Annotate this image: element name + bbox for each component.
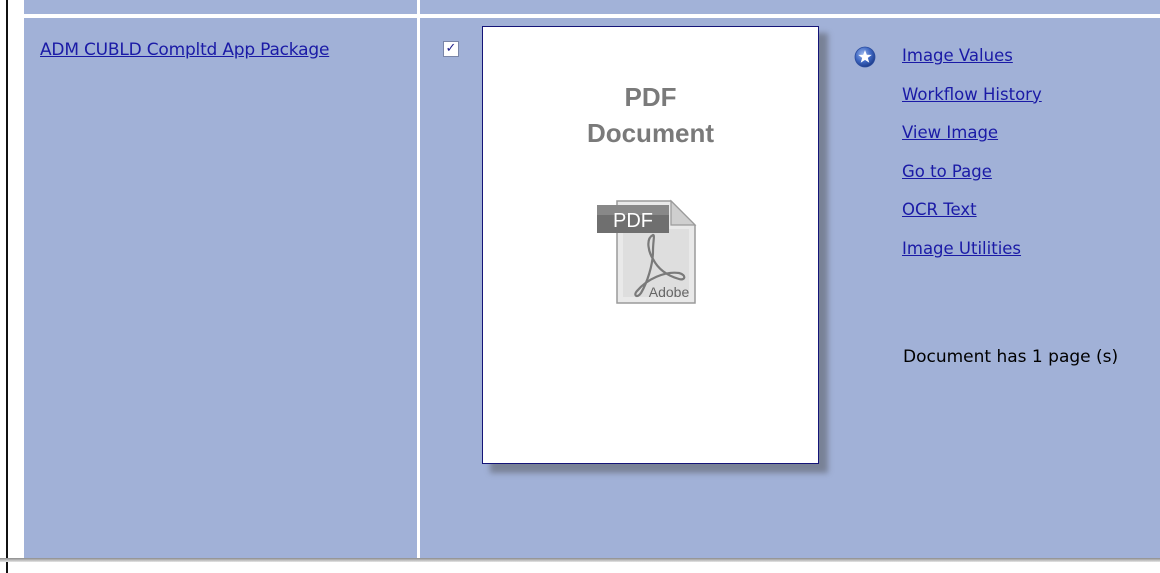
document-actions: Image Values Workflow History View Image… bbox=[902, 44, 1042, 275]
column-separator bbox=[417, 18, 420, 558]
document-row: ADM CUBLD Compltd App Package ✓ PDF Docu… bbox=[24, 18, 1160, 558]
image-utilities-link[interactable]: Image Utilities bbox=[902, 237, 1042, 276]
column-separator bbox=[417, 0, 420, 14]
row-shadow bbox=[0, 558, 1160, 562]
page-count-text: Document has 1 page (s) bbox=[903, 347, 1119, 367]
document-thumbnail[interactable]: PDF Document PDF Adobe bbox=[482, 26, 819, 464]
go-to-page-link[interactable]: Go to Page bbox=[902, 160, 1042, 199]
view-image-link[interactable]: View Image bbox=[902, 121, 1042, 160]
select-document-checkbox[interactable]: ✓ bbox=[443, 41, 459, 57]
thumbnail-title-line1: PDF bbox=[624, 82, 677, 112]
pdf-icon-brand: Adobe bbox=[649, 284, 690, 300]
document-name-link[interactable]: ADM CUBLD Compltd App Package bbox=[40, 40, 329, 60]
thumbnail-title-line2: Document bbox=[586, 118, 715, 148]
pdf-file-icon: PDF Adobe bbox=[597, 199, 697, 304]
previous-row-strip bbox=[24, 0, 1160, 14]
workflow-history-link[interactable]: Workflow History bbox=[902, 83, 1042, 122]
image-values-link[interactable]: Image Values bbox=[902, 44, 1042, 83]
frame-border bbox=[6, 0, 8, 573]
ocr-text-link[interactable]: OCR Text bbox=[902, 198, 1042, 237]
pdf-icon-label: PDF bbox=[613, 210, 653, 232]
favorite-star-icon[interactable] bbox=[854, 46, 876, 68]
